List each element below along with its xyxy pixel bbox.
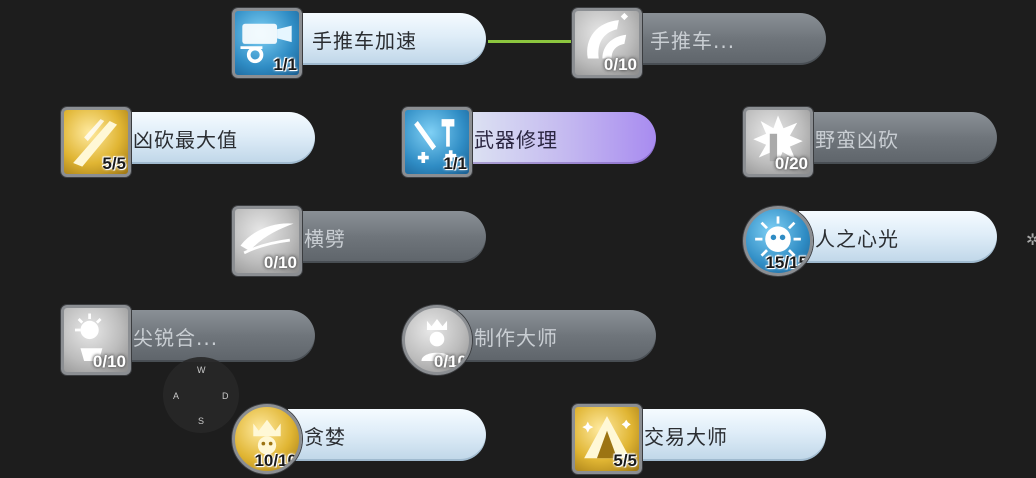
- skill-name: 手推车加速: [312, 28, 417, 53]
- skill-level: 0/20: [774, 154, 808, 173]
- skill-name: 贪婪: [304, 424, 346, 449]
- skill-savage-slash[interactable]: 野蛮凶砍 0/20: [743, 107, 1001, 177]
- skill-name: 交易大师: [644, 424, 728, 449]
- skill-craft-master[interactable]: 制作大师 0/10: [402, 305, 660, 375]
- skill-level: 5/5: [613, 451, 637, 470]
- skill-level: 0/10: [433, 352, 467, 371]
- skill-name-pill[interactable]: 贪婪: [288, 409, 486, 461]
- skill-sharp-combine[interactable]: 尖锐合... 0/10: [61, 305, 319, 375]
- wasd-control-hint: W A D S: [163, 357, 239, 433]
- skill-name: 手推车...: [650, 28, 736, 53]
- savage-slash-icon[interactable]: 0/20: [743, 107, 813, 177]
- cart-icon[interactable]: 0/10: [572, 8, 642, 78]
- skill-name: 野蛮凶砍: [815, 127, 899, 152]
- skill-heart-light[interactable]: 人之心光 15/15: [743, 206, 1001, 276]
- skill-name-pill[interactable]: 凶砍最大值: [117, 112, 315, 164]
- cross-slash-icon[interactable]: 0/10: [232, 206, 302, 276]
- skill-level: 5/5: [102, 154, 126, 173]
- skill-cart-speed[interactable]: 手推车加速 1/1: [232, 8, 490, 78]
- skill-name-pill[interactable]: 野蛮凶砍: [799, 112, 997, 164]
- skill-level: 10/10: [254, 451, 297, 470]
- key-d: D: [222, 391, 229, 401]
- trade-master-icon[interactable]: 5/5: [572, 404, 642, 474]
- skill-name-pill[interactable]: 制作大师: [458, 310, 656, 362]
- skill-name-pill[interactable]: 手推车...: [628, 13, 826, 65]
- skill-name-pill[interactable]: 交易大师: [628, 409, 826, 461]
- skill-greed[interactable]: 贪婪 10/10: [232, 404, 490, 474]
- weapon-repair-icon[interactable]: 1/1: [402, 107, 472, 177]
- skill-level: 1/1: [273, 55, 297, 74]
- skill-level: 0/10: [263, 253, 297, 272]
- craft-master-icon[interactable]: 0/10: [402, 305, 472, 375]
- heart-light-icon[interactable]: 15/15: [743, 206, 813, 276]
- skill-name: 凶砍最大值: [133, 127, 238, 152]
- skill-cross-slash[interactable]: 横劈 0/10: [232, 206, 490, 276]
- sparkle-icon: ✲: [1026, 230, 1036, 249]
- key-s: S: [198, 416, 205, 426]
- skill-name-pill[interactable]: 武器修理: [458, 112, 656, 164]
- skill-name-pill[interactable]: 人之心光: [799, 211, 997, 263]
- skill-slash-max[interactable]: 凶砍最大值 5/5: [61, 107, 319, 177]
- skill-name: 制作大师: [474, 325, 558, 350]
- skill-name-pill[interactable]: 手推车加速: [288, 13, 486, 65]
- skill-level: 1/1: [443, 154, 467, 173]
- skill-trade-master[interactable]: 交易大师 5/5: [572, 404, 830, 474]
- skill-weapon-repair[interactable]: 武器修理 1/1: [402, 107, 660, 177]
- skill-name-pill[interactable]: 横劈: [288, 211, 486, 263]
- cart-speed-icon[interactable]: 1/1: [232, 8, 302, 78]
- skill-level: 0/10: [92, 352, 126, 371]
- slash-max-icon[interactable]: 5/5: [61, 107, 131, 177]
- skill-name-pill[interactable]: 尖锐合...: [117, 310, 315, 362]
- skill-connector-line: [488, 40, 572, 43]
- skill-name: 武器修理: [474, 127, 558, 152]
- skill-name: 人之心光: [815, 226, 899, 251]
- skill-level: 15/15: [765, 253, 808, 272]
- skill-name: 横劈: [304, 226, 346, 251]
- skill-cart[interactable]: 手推车... 0/10: [572, 8, 830, 78]
- sharp-combine-icon[interactable]: 0/10: [61, 305, 131, 375]
- skill-name: 尖锐合...: [133, 325, 219, 350]
- key-w: W: [197, 365, 206, 375]
- greed-icon[interactable]: 10/10: [232, 404, 302, 474]
- key-a: A: [173, 391, 180, 401]
- skill-level: 0/10: [603, 55, 637, 74]
